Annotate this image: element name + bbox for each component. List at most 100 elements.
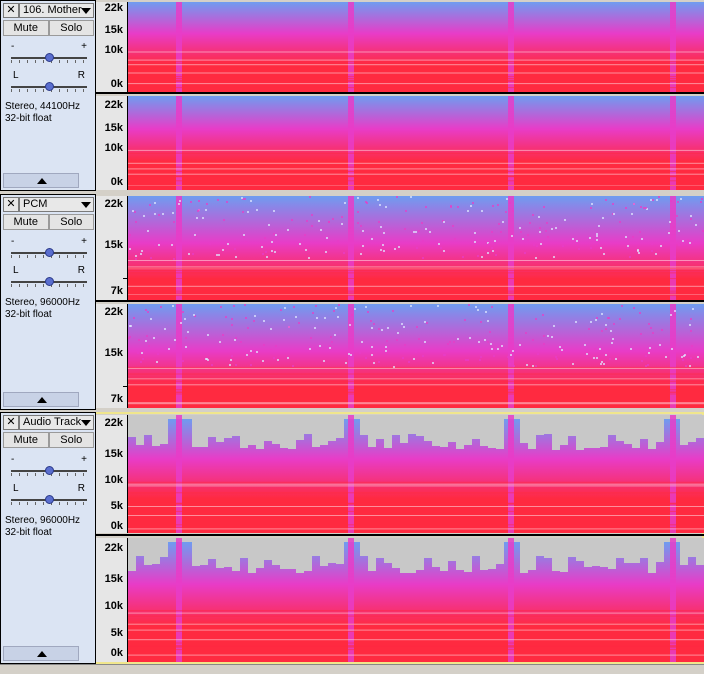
gain-knob[interactable] <box>45 466 54 475</box>
ruler-label: 22k <box>104 198 123 210</box>
track-name-menu[interactable]: PCM <box>19 197 94 212</box>
bottom-strip <box>0 664 704 674</box>
ruler-label: 0k <box>110 647 123 659</box>
track-format-info: Stereo, 96000Hz 32-bit float <box>5 297 80 321</box>
ruler-label: 10k <box>104 474 123 486</box>
ruler-mark <box>123 278 127 279</box>
gain-minus-label: - <box>11 41 15 52</box>
mute-solo-row: Mute Solo <box>3 432 94 448</box>
pan-knob[interactable] <box>45 277 54 286</box>
ruler-label: 22k <box>104 306 123 318</box>
track-rate: Stereo, 96000Hz <box>5 297 81 308</box>
mute-solo-row: Mute Solo <box>3 214 94 230</box>
mute-button[interactable]: Mute <box>3 20 49 36</box>
track-name: 106. Mother <box>23 4 82 16</box>
pan-left-label: L <box>13 483 19 494</box>
dropdown-arrow-icon <box>81 8 91 14</box>
close-icon[interactable]: ✕ <box>3 415 19 430</box>
ruler-label: 0k <box>110 520 123 532</box>
ruler-label: 5k <box>110 627 123 639</box>
spectrogram-ch1[interactable] <box>128 196 704 300</box>
dropdown-arrow-icon <box>81 202 91 208</box>
pan-slider[interactable]: L R <box>9 484 89 506</box>
ruler-label: 15k <box>104 24 123 36</box>
track-name: Audio Track <box>23 416 82 428</box>
track-3: ✕ Audio Track Mute Solo - + L R Stereo, … <box>0 412 704 664</box>
ruler-label: 7k <box>110 285 123 297</box>
track-header: ✕ Audio Track <box>3 415 94 430</box>
pan-right-label: R <box>77 483 85 494</box>
frequency-ruler-ch1: 22k 15k 7k <box>96 196 128 300</box>
gain-plus-label: + <box>81 454 87 465</box>
track-control-panel[interactable]: ✕ PCM Mute Solo - + L R Stereo, 96000Hz <box>0 194 96 410</box>
collapse-button[interactable] <box>3 173 79 188</box>
track-1: ✕ 106. Mother Mute Solo - + L R Stereo, … <box>0 0 704 191</box>
collapse-arrow-icon <box>37 397 47 403</box>
pan-slider[interactable]: L R <box>9 71 89 93</box>
ruler-label: 22k <box>104 417 123 429</box>
collapse-arrow-icon <box>37 651 47 657</box>
track-format-info: Stereo, 44100Hz 32-bit float <box>5 101 80 125</box>
ruler-label: 15k <box>104 448 123 460</box>
pan-knob[interactable] <box>45 495 54 504</box>
solo-button[interactable]: Solo <box>48 20 94 36</box>
frequency-ruler-ch1: 22k 15k 10k 0k <box>96 2 128 92</box>
close-icon[interactable]: ✕ <box>3 3 19 18</box>
dropdown-arrow-icon <box>81 420 91 426</box>
track-control-panel[interactable]: ✕ 106. Mother Mute Solo - + L R Stereo, … <box>0 0 96 191</box>
spectrogram-ch1[interactable] <box>128 2 704 92</box>
gain-slider[interactable]: - + <box>9 237 89 259</box>
solo-button[interactable]: Solo <box>48 432 94 448</box>
ruler-label: 7k <box>110 393 123 405</box>
collapse-button[interactable] <box>3 392 79 407</box>
spectrogram-ch1[interactable] <box>128 415 704 533</box>
channel-separator <box>96 534 704 536</box>
track-rate: Stereo, 96000Hz <box>5 515 81 526</box>
ruler-label: 15k <box>104 122 123 134</box>
ruler-label: 15k <box>104 239 123 251</box>
spectrogram-ch2[interactable] <box>128 538 704 662</box>
gain-knob[interactable] <box>45 53 54 62</box>
ruler-label: 10k <box>104 142 123 154</box>
gain-plus-label: + <box>81 41 87 52</box>
frequency-ruler-ch1: 22k 15k 10k 5k 0k <box>96 415 128 533</box>
pan-slider[interactable]: L R <box>9 266 89 288</box>
track-name-menu[interactable]: 106. Mother <box>19 3 94 18</box>
track-name-menu[interactable]: Audio Track <box>19 415 94 430</box>
gain-slider[interactable]: - + <box>9 42 89 64</box>
gain-slider[interactable]: - + <box>9 455 89 477</box>
pan-knob[interactable] <box>45 82 54 91</box>
track-name: PCM <box>23 198 48 210</box>
solo-button[interactable]: Solo <box>48 214 94 230</box>
track-bitdepth: 32-bit float <box>5 527 52 538</box>
gain-minus-label: - <box>11 236 15 247</box>
ruler-label: 22k <box>104 99 123 111</box>
track-rate: Stereo, 44100Hz <box>5 101 81 112</box>
close-icon[interactable]: ✕ <box>3 197 19 212</box>
frequency-ruler-ch2: 22k 15k 7k <box>96 304 128 408</box>
mute-button[interactable]: Mute <box>3 214 49 230</box>
track-header: ✕ 106. Mother <box>3 3 94 18</box>
gain-knob[interactable] <box>45 248 54 257</box>
mute-button[interactable]: Mute <box>3 432 49 448</box>
ruler-label: 10k <box>104 600 123 612</box>
track-bitdepth: 32-bit float <box>5 113 52 124</box>
channel-separator <box>96 92 704 94</box>
ruler-label: 10k <box>104 44 123 56</box>
ruler-label: 0k <box>110 176 123 188</box>
pan-right-label: R <box>77 70 85 81</box>
pan-left-label: L <box>13 70 19 81</box>
pan-right-label: R <box>77 265 85 276</box>
ruler-label: 22k <box>104 542 123 554</box>
spectrogram-ch2[interactable] <box>128 96 704 190</box>
track-control-panel[interactable]: ✕ Audio Track Mute Solo - + L R Stereo, … <box>0 412 96 664</box>
ruler-label: 15k <box>104 347 123 359</box>
track-format-info: Stereo, 96000Hz 32-bit float <box>5 515 80 539</box>
spectrogram-ch2[interactable] <box>128 304 704 408</box>
ruler-label: 22k <box>104 2 123 14</box>
mute-solo-row: Mute Solo <box>3 20 94 36</box>
pan-left-label: L <box>13 265 19 276</box>
track-2: ✕ PCM Mute Solo - + L R Stereo, 96000Hz <box>0 194 704 410</box>
collapse-button[interactable] <box>3 646 79 661</box>
track-header: ✕ PCM <box>3 197 94 212</box>
